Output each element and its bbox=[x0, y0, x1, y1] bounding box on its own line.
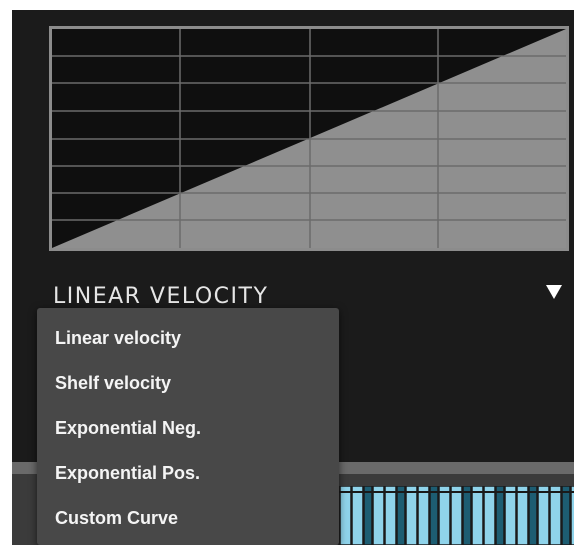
key bbox=[396, 486, 406, 545]
menu-item-exponential-pos[interactable]: Exponential Pos. bbox=[37, 453, 339, 494]
key bbox=[549, 486, 562, 545]
key bbox=[483, 486, 496, 545]
menu-item-exponential-neg[interactable]: Exponential Neg. bbox=[37, 408, 339, 449]
key bbox=[495, 486, 505, 545]
key bbox=[417, 486, 430, 545]
key bbox=[462, 486, 472, 545]
key bbox=[372, 486, 385, 545]
key bbox=[537, 486, 550, 545]
key bbox=[363, 486, 373, 545]
key bbox=[405, 486, 418, 545]
velocity-curve-graph[interactable] bbox=[49, 26, 569, 251]
key bbox=[528, 486, 538, 545]
key bbox=[561, 486, 571, 545]
key bbox=[351, 486, 364, 545]
menu-item-linear-velocity[interactable]: Linear velocity bbox=[37, 318, 339, 359]
menu-item-shelf-velocity[interactable]: Shelf velocity bbox=[37, 363, 339, 404]
velocity-curve-selected-label: LINEAR VELOCITY bbox=[53, 284, 269, 309]
keyboard-keys[interactable] bbox=[338, 486, 574, 545]
velocity-curve-panel: LINEAR VELOCITY Linear velocity Shelf ve… bbox=[0, 0, 574, 545]
menu-item-custom-curve[interactable]: Custom Curve bbox=[37, 498, 339, 539]
key bbox=[438, 486, 451, 545]
key bbox=[450, 486, 463, 545]
key bbox=[429, 486, 439, 545]
dropdown-arrow-icon[interactable] bbox=[546, 285, 562, 299]
key bbox=[339, 486, 352, 545]
velocity-curve-menu[interactable]: Linear velocity Shelf velocity Exponenti… bbox=[37, 308, 339, 545]
key bbox=[516, 486, 529, 545]
key bbox=[504, 486, 517, 545]
key bbox=[384, 486, 397, 545]
key bbox=[471, 486, 484, 545]
